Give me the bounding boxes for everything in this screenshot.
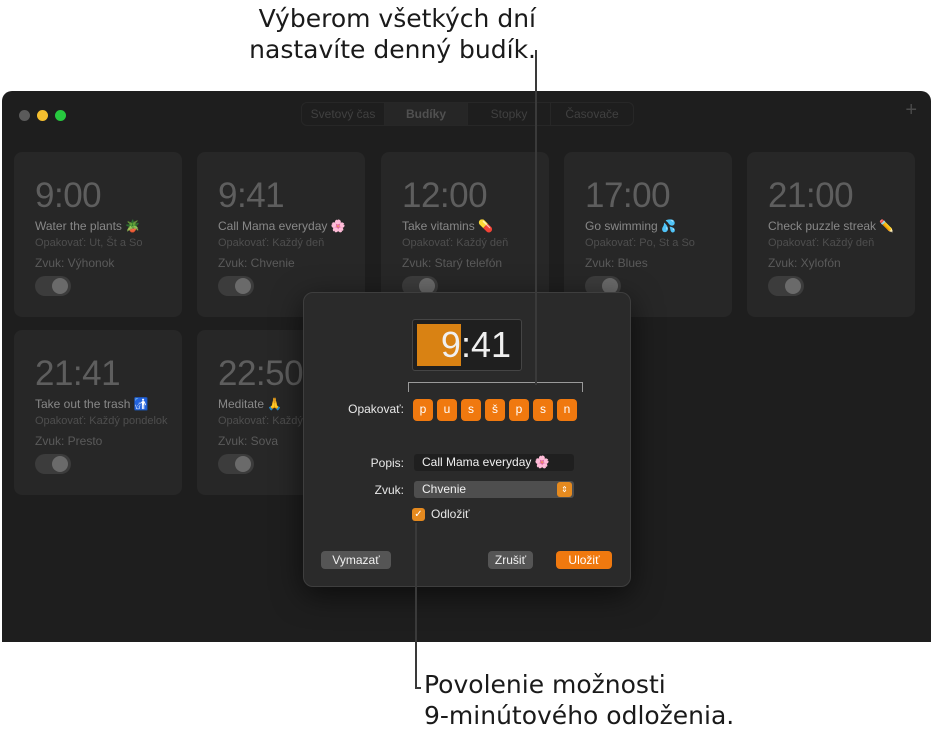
alarm-toggle[interactable] (218, 276, 254, 296)
toggle-knob (785, 278, 801, 294)
alarm-repeat: Opakovať: Každý deň (218, 237, 325, 249)
description-field[interactable]: Call Mama everyday 🌸 (414, 454, 574, 471)
alarm-label: Take out the trash 🚮 (35, 397, 149, 411)
tab-bar: Svetový čas Budíky Stopky Časovače (301, 102, 634, 126)
alarm-label: Water the plants 🪴 (35, 219, 141, 233)
alarm-repeat: Opakovať: Každý pondelok (35, 415, 168, 427)
minute-field[interactable]: :41 (461, 324, 511, 365)
alarm-time: 12:00 (402, 176, 488, 215)
add-alarm-icon[interactable]: + (905, 99, 917, 122)
callout-days-line2: nastavíte denný budík. (249, 35, 536, 64)
alarm-repeat: Opakovať: Každý deň (768, 237, 875, 249)
tab-world-clock[interactable]: Svetový čas (302, 103, 385, 125)
alarm-sound: Zvuk: Xylofón (768, 256, 841, 270)
alarm-sound: Zvuk: Chvenie (218, 256, 295, 270)
time-picker[interactable]: 9:41 (412, 319, 522, 371)
alarm-label: Call Mama everyday 🌸 (218, 219, 346, 233)
tab-timers[interactable]: Časovače (551, 103, 633, 125)
alarm-toggle[interactable] (768, 276, 804, 296)
alarm-toggle[interactable] (218, 454, 254, 474)
callout-snooze-line2: 9-minútového odloženia. (424, 701, 735, 730)
time-picker-value: 9:41 (413, 324, 521, 366)
alarm-sound: Zvuk: Výhonok (35, 256, 115, 270)
sound-select[interactable]: Chvenie ⇕ (414, 481, 574, 498)
alarm-time: 9:41 (218, 176, 285, 215)
day-button-wednesday[interactable]: s (461, 399, 481, 421)
day-button-monday[interactable]: p (413, 399, 433, 421)
callout-snooze-line1: Povolenie možnosti (424, 670, 666, 699)
alarm-toggle[interactable] (35, 276, 71, 296)
tab-stopwatch[interactable]: Stopky (468, 103, 551, 125)
zoom-window-button[interactable] (55, 110, 66, 121)
alarm-sound: Zvuk: Blues (585, 256, 648, 270)
callout-snooze: Povolenie možnosti 9-minútového odloženi… (424, 669, 844, 731)
callout-days-leader (535, 50, 537, 385)
alarm-time: 21:41 (35, 354, 121, 393)
alarm-time: 21:00 (768, 176, 854, 215)
callout-days-line1: Výberom všetkých dní (258, 4, 536, 33)
description-label: Popis: (370, 456, 404, 470)
alarm-label: Take vitamins 💊 (402, 219, 493, 233)
tab-alarms[interactable]: Budíky (385, 103, 468, 125)
hour-field[interactable]: 9 (441, 324, 461, 365)
clock-window: Svetový čas Budíky Stopky Časovače + 9:0… (2, 91, 931, 642)
toggle-knob (235, 456, 251, 472)
alarm-repeat: Opakovať: Každý deň (402, 237, 509, 249)
day-button-saturday[interactable]: s (533, 399, 553, 421)
toggle-knob (52, 456, 68, 472)
callout-days: Výberom všetkých dní nastavíte denný bud… (236, 3, 536, 65)
toggle-knob (235, 278, 251, 294)
alarm-sound: Zvuk: Presto (35, 434, 103, 448)
day-button-sunday[interactable]: n (557, 399, 577, 421)
alarm-label: Meditate 🙏 (218, 397, 283, 411)
alarm-time: 22:50 (218, 354, 304, 393)
edit-alarm-dialog: 9:41 Opakovať: p u s š p s n Popis: Call… (303, 292, 631, 587)
alarm-toggle[interactable] (35, 454, 71, 474)
close-window-button[interactable] (19, 110, 30, 121)
day-button-thursday[interactable]: š (485, 399, 505, 421)
alarm-sound: Zvuk: Sova (218, 434, 279, 448)
sound-select-value: Chvenie (422, 482, 467, 496)
snooze-label: Odložiť (431, 507, 470, 521)
alarm-card[interactable]: 21:41 Take out the trash 🚮 Opakovať: Kaž… (14, 330, 182, 495)
alarm-repeat: Opakovať: Ut, Št a So (35, 237, 143, 249)
save-button[interactable]: Uložiť (556, 551, 612, 569)
repeat-label: Opakovať: (348, 402, 404, 416)
day-button-tuesday[interactable]: u (437, 399, 457, 421)
alarm-label: Go swimming 💦 (585, 219, 676, 233)
toggle-knob (52, 278, 68, 294)
alarm-repeat: Opakovať: Po, St a So (585, 237, 695, 249)
callout-snooze-leader-h (415, 687, 421, 689)
callout-snooze-leader (415, 523, 417, 688)
alarm-card[interactable]: 21:00 Check puzzle streak ✏️ Opakovať: K… (747, 152, 915, 317)
minimize-window-button[interactable] (37, 110, 48, 121)
alarm-label: Check puzzle streak ✏️ (768, 219, 895, 233)
days-bracket (408, 382, 583, 392)
snooze-checkbox[interactable]: ✓ (412, 508, 425, 521)
alarm-card[interactable]: 9:00 Water the plants 🪴 Opakovať: Ut, Št… (14, 152, 182, 317)
alarm-sound: Zvuk: Starý telefón (402, 256, 503, 270)
day-button-friday[interactable]: p (509, 399, 529, 421)
sound-label: Zvuk: (374, 483, 404, 497)
alarm-time: 17:00 (585, 176, 671, 215)
alarm-time: 9:00 (35, 176, 102, 215)
cancel-button[interactable]: Zrušiť (488, 551, 533, 569)
updown-chevron-icon: ⇕ (557, 482, 572, 497)
delete-button[interactable]: Vymazať (321, 551, 391, 569)
